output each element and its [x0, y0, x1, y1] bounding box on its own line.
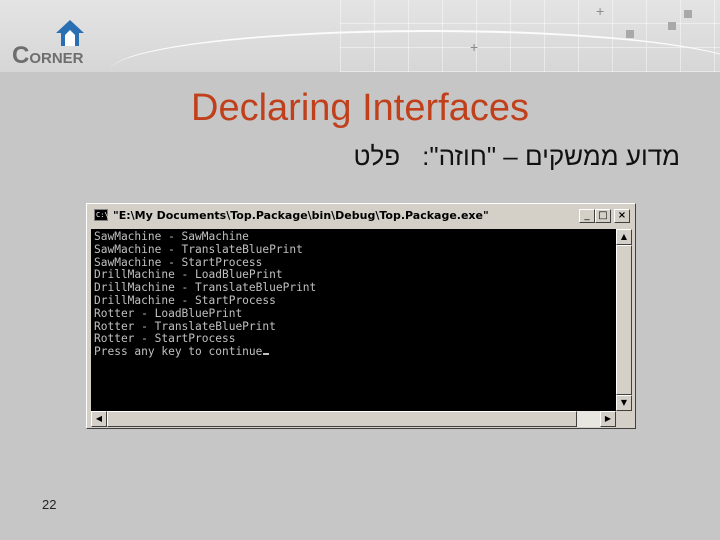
subtitle-main: מדוע ממשקים – "חוזה": [422, 141, 680, 171]
decor-square [668, 22, 676, 30]
decor-plus-icon: + [470, 39, 479, 55]
console-line: DrillMachine - StartProcess [94, 293, 276, 307]
maximize-button[interactable]: □ [595, 209, 611, 223]
minimize-button[interactable]: _ [579, 209, 595, 223]
corner-logo: CORNER [6, 10, 86, 69]
console-output[interactable]: SawMachine - SawMachine SawMachine - Tra… [91, 229, 616, 411]
scroll-right-button[interactable]: ▶ [600, 411, 616, 427]
vertical-scroll-thumb[interactable] [616, 245, 632, 395]
prompt-text: Press any key to continue [94, 345, 263, 359]
text-cursor [263, 353, 270, 356]
horizontal-scrollbar[interactable]: ◀ ▶ [91, 411, 616, 427]
scroll-down-button[interactable]: ▼ [616, 395, 632, 411]
decor-square [626, 30, 634, 38]
slide-title: Declaring Interfaces [191, 87, 529, 129]
console-lines: SawMachine - SawMachine SawMachine - Tra… [91, 229, 616, 359]
window-title: "E:\My Documents\Top.Package\bin\Debug\T… [113, 209, 489, 222]
vertical-scrollbar[interactable]: ▲ ▼ [616, 229, 632, 411]
scroll-left-button[interactable]: ◀ [91, 411, 107, 427]
console-app-icon[interactable]: C:\ [94, 209, 109, 221]
horizontal-scroll-thumb[interactable] [107, 411, 577, 427]
subtitle-tail: פלט [353, 141, 401, 171]
logo-wordmark: CORNER [12, 42, 84, 69]
slide-subtitle: מדוע ממשקים – "חוזה": פלט [250, 140, 680, 172]
console-window[interactable]: C:\ "E:\My Documents\Top.Package\bin\Deb… [86, 203, 636, 429]
console-line-prompt: Press any key to continue [91, 345, 616, 359]
page-number: 22 [42, 497, 57, 512]
close-button[interactable]: × [614, 209, 630, 223]
console-line: Rotter - LoadBluePrint [94, 306, 243, 320]
slide-header: + + CORNER [0, 0, 720, 72]
scroll-up-button[interactable]: ▲ [616, 229, 632, 245]
decor-square [684, 10, 692, 18]
decor-plus-icon: + [596, 3, 605, 19]
console-line: SawMachine - SawMachine [94, 230, 249, 243]
window-titlebar[interactable]: C:\ "E:\My Documents\Top.Package\bin\Deb… [91, 207, 631, 225]
scrollbar-corner [616, 411, 632, 427]
console-line: SawMachine - TranslateBluePrint [94, 242, 303, 256]
